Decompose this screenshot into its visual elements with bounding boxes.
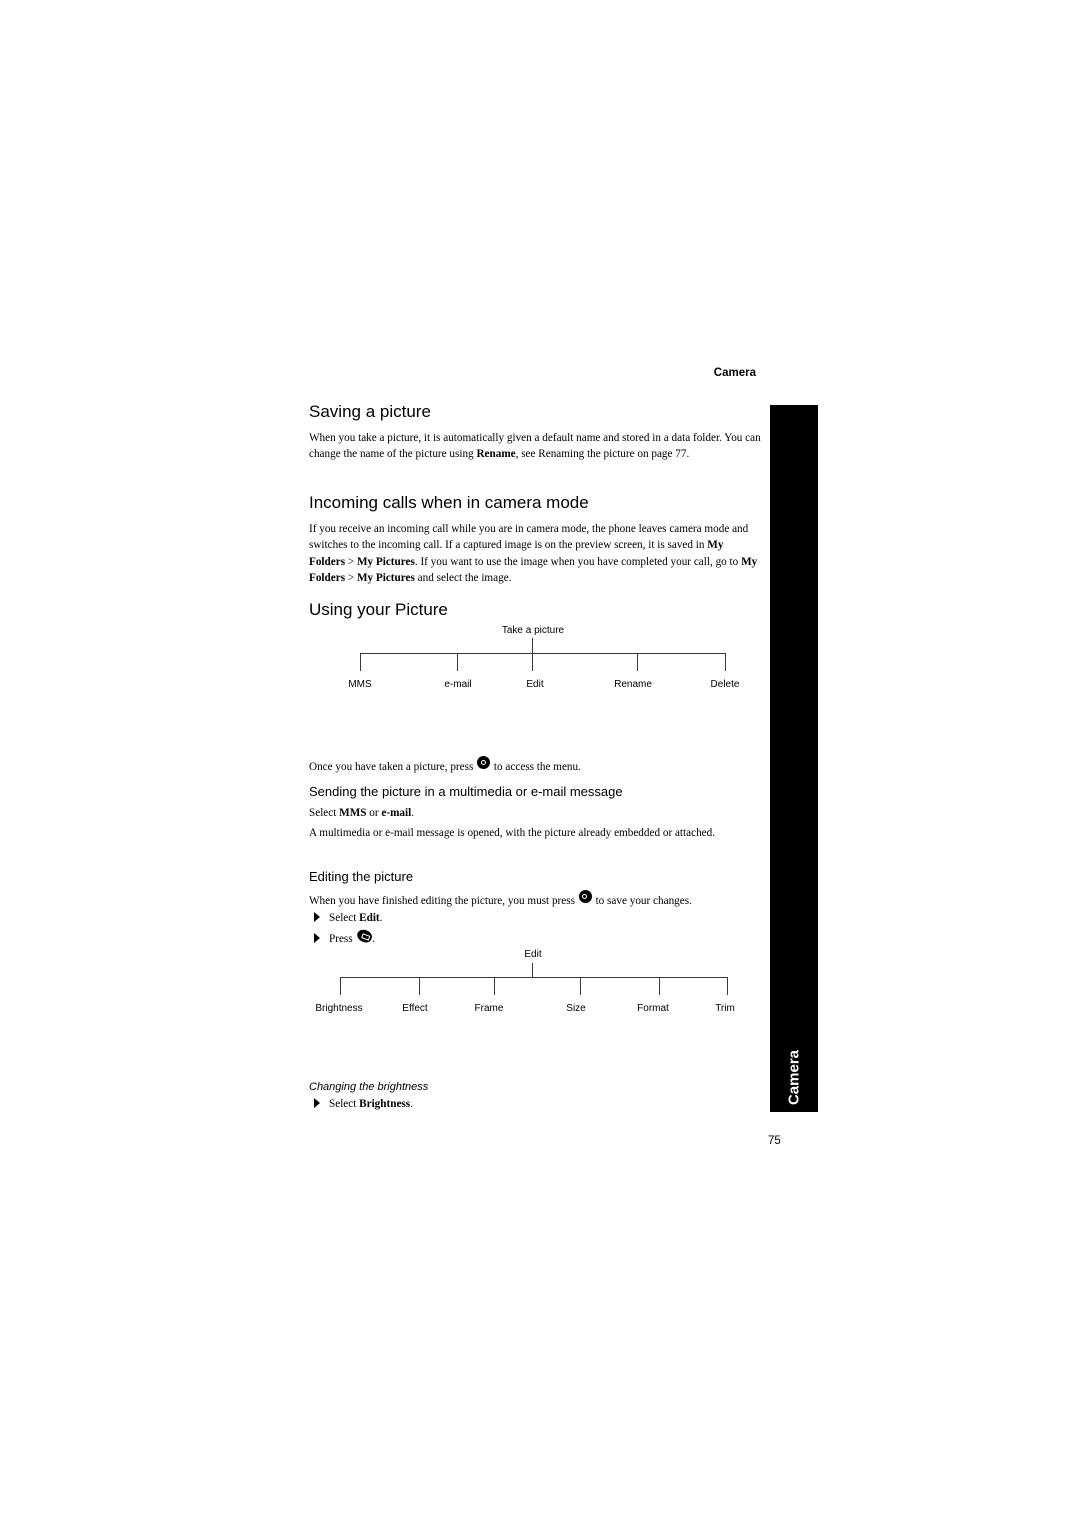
- text: , see Renaming the picture on page 77.: [515, 448, 690, 461]
- bold-term: Brightness: [359, 1098, 411, 1110]
- diagram-node-mms: MMS: [348, 679, 372, 690]
- diagram-stem: [532, 963, 533, 977]
- bold-term: Rename: [476, 448, 516, 461]
- text: to access the menu.: [491, 761, 581, 773]
- bullet-arrow-icon: [314, 1098, 320, 1108]
- page-number: 75: [768, 1135, 781, 1147]
- diagram-node-trim: Trim: [715, 1003, 735, 1014]
- diagram-node-size: Size: [566, 1003, 586, 1014]
- diagram-node-frame: Frame: [474, 1003, 504, 1014]
- diagram-node-email: e-mail: [444, 679, 472, 690]
- diagram-tick: [419, 977, 420, 995]
- text: Select: [329, 912, 360, 924]
- brightness-step: Select Brightness.: [314, 1096, 413, 1112]
- subsubsection-title-brightness: Changing the brightness: [309, 1081, 429, 1093]
- editing-intro: When you have finished editing the pictu…: [309, 890, 769, 909]
- bold-term: MMS: [339, 807, 367, 819]
- diagram-tick: [637, 653, 638, 671]
- section-title-saving: Saving a picture: [309, 402, 431, 421]
- text: When you have finished editing the pictu…: [309, 895, 578, 907]
- text: Once you have taken a picture, press: [309, 761, 477, 773]
- diagram-root-label: Take a picture: [501, 625, 565, 636]
- saving-paragraph: When you take a picture, it is automatic…: [309, 430, 761, 463]
- text: >: [345, 555, 357, 568]
- diagram-branch-line: [360, 653, 726, 654]
- diagram-root-label: Edit: [524, 949, 542, 960]
- text: to save your changes.: [592, 895, 692, 907]
- text: and select the image.: [414, 571, 512, 584]
- text: .: [372, 933, 376, 945]
- diagram-tick: [360, 653, 361, 671]
- menu-access-instruction: Once you have taken a picture, press to …: [309, 756, 761, 775]
- incoming-paragraph: If you receive an incoming call while yo…: [309, 521, 759, 586]
- chapter-side-tab-label: Camera: [785, 1049, 803, 1106]
- diagram-node-brightness: Brightness: [315, 1003, 363, 1014]
- text: .: [410, 1098, 413, 1110]
- diagram-tick: [727, 977, 728, 995]
- section-title-incoming: Incoming calls when in camera mode: [309, 493, 589, 512]
- text: Select: [309, 807, 340, 819]
- diagram-branch-line: [340, 977, 728, 978]
- diagram-tick: [580, 977, 581, 995]
- ok-key-icon: [477, 756, 491, 769]
- chapter-side-tab: Camera: [770, 405, 818, 1112]
- text: Press: [329, 933, 356, 945]
- diagram-node-delete: Delete: [710, 679, 740, 690]
- section-title-using: Using your Picture: [309, 600, 448, 619]
- running-head: Camera: [713, 367, 756, 379]
- diagram-node-format: Format: [637, 1003, 669, 1014]
- bold-term: Edit: [359, 912, 380, 924]
- editing-step: Press .: [314, 927, 376, 947]
- text: or: [366, 807, 382, 819]
- text: >: [345, 571, 357, 584]
- diagram-tick: [659, 977, 660, 995]
- sending-paragraph: A multimedia or e-mail message is opened…: [309, 827, 716, 839]
- diagram-tick: [494, 977, 495, 995]
- bullet-arrow-icon: [314, 933, 320, 943]
- text: .: [379, 912, 383, 924]
- diagram-node-effect: Effect: [402, 1003, 428, 1014]
- bold-term: My Pictures: [356, 555, 415, 568]
- diagram-node-edit: Edit: [526, 679, 544, 690]
- subsection-title-sending: Sending the picture in a multimedia or e…: [309, 784, 623, 799]
- bold-term: e-mail: [381, 807, 412, 819]
- text: Select: [329, 1098, 360, 1110]
- diagram-tick: [340, 977, 341, 995]
- bold-term: My Pictures: [356, 571, 415, 584]
- text: If you receive an incoming call while yo…: [309, 523, 749, 552]
- diagram-tick: [457, 653, 458, 671]
- subsection-title-editing: Editing the picture: [309, 869, 414, 884]
- sending-select-instruction: Select MMS or e-mail.: [309, 805, 761, 821]
- diagram-stem: [532, 638, 533, 671]
- editing-step: Select Edit.: [314, 910, 382, 926]
- text: .: [411, 807, 415, 819]
- bullet-arrow-icon: [314, 912, 320, 922]
- ok-key-icon: [578, 890, 592, 903]
- diagram-node-rename: Rename: [614, 679, 652, 690]
- text: . If you want to use the image when you …: [414, 555, 742, 568]
- diagram-tick: [725, 653, 726, 671]
